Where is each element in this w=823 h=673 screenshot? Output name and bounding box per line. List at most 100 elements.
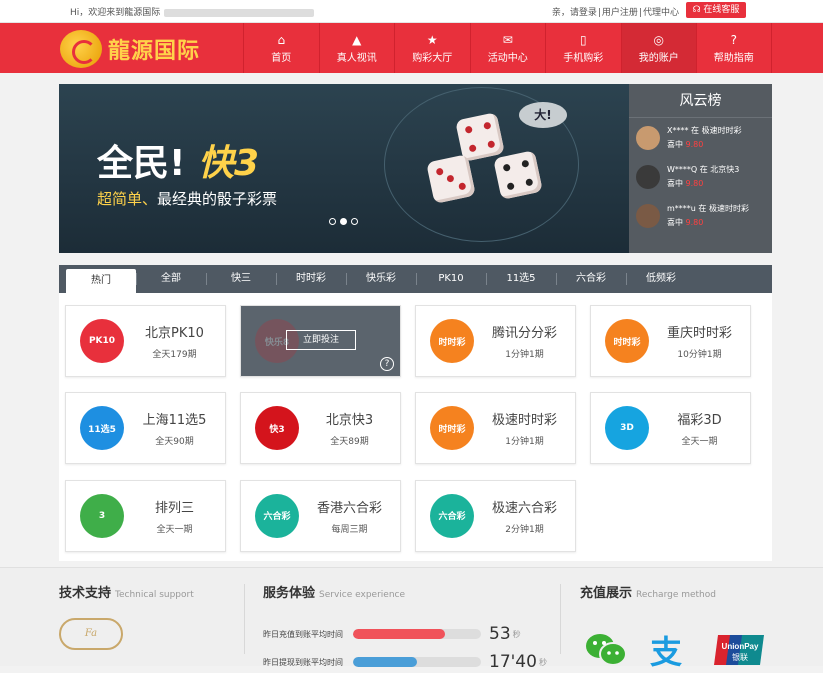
game-card[interactable]: 六合彩 香港六合彩每周三期 — [240, 479, 401, 552]
login-link[interactable]: 亲，请登录 — [552, 8, 597, 18]
game-schedule: 每周三期 — [331, 524, 368, 535]
nav-item[interactable]: ★ 购彩大厅 — [394, 23, 470, 73]
nav-item[interactable]: ▯ 手机购彩 — [545, 23, 621, 73]
game-card[interactable]: 时时彩 腾讯分分彩 1分钟1期 — [415, 305, 576, 377]
main-content: 全民! 快3 超简单、最经典的骰子彩票 大! 风云榜 X**** 在 极速时时彩… — [59, 84, 772, 561]
game-card[interactable]: 快3 北京快3 全天89期 — [240, 392, 401, 465]
live-icon: ▲ — [352, 33, 362, 47]
nav-item[interactable]: ◎ 我的账户 — [620, 23, 696, 73]
slide-dot[interactable] — [329, 218, 336, 225]
stat-label: 昨日充值到账平均时间 — [263, 629, 343, 639]
phone-icon: ▯ — [579, 33, 587, 47]
game-card[interactable]: 3 排列三 全天一期 — [65, 479, 226, 552]
help-icon[interactable]: ? — [380, 357, 394, 371]
speech-bubble: 大! — [519, 102, 567, 128]
game-card[interactable]: 时时彩 重庆时时彩 10分钟1期 — [590, 305, 751, 377]
wechat-pay-icon — [584, 632, 628, 668]
game-schedule: 1分钟1期 — [505, 437, 544, 448]
tab-5[interactable]: PK10 — [416, 265, 486, 293]
game-schedule: 全天一期 — [156, 524, 193, 535]
dragon-logo-icon — [60, 30, 102, 68]
game-logo-icon: 六合彩 — [255, 493, 299, 538]
game-card[interactable]: PK10 北京PK10 全天179期 — [65, 305, 226, 377]
game-info: 腾讯分分彩 1分钟1期 — [474, 322, 575, 360]
divider — [244, 584, 245, 654]
game-name: 上海11选5 — [142, 413, 207, 429]
nav-item-label: 帮助指南 — [713, 53, 754, 64]
cloud-logo-icon: Fa — [59, 618, 123, 650]
game-card[interactable]: 快乐8 立即投注? — [240, 305, 401, 377]
game-card[interactable]: 六合彩 极速六合彩 2分钟1期 — [415, 479, 576, 552]
game-schedule: 全天90期 — [155, 437, 194, 448]
game-grid: PK10 北京PK10 全天179期 快乐8 立即投注? 时时彩 腾讯分分彩 1分钟1期 时时彩… — [59, 293, 772, 561]
game-schedule: 全天89期 — [330, 437, 369, 448]
bet-now-button[interactable]: 立即投注 — [286, 330, 356, 350]
footer: 技术支持 Technical support Fa 服务体验 Service exp… — [0, 567, 823, 672]
game-info: 极速六合彩 2分钟1期 — [474, 497, 575, 535]
game-name: 排列三 — [154, 500, 194, 516]
slide-indicators — [329, 218, 358, 225]
leaderboard: 风云榜 X**** 在 极速时时彩 喜中 9.80 W****Q 在 北京快3 喜中 … — [629, 84, 772, 253]
online-service-button[interactable]: ☊ 在线客服 — [686, 2, 746, 18]
nav-item[interactable]: ▲ 真人视讯 — [318, 23, 395, 73]
service-stat-row: 昨日提现到账平均时间 17'40 秒 — [263, 652, 563, 672]
nav-item[interactable]: ⌂ 首页 — [243, 23, 319, 73]
game-name: 腾讯分分彩 — [491, 326, 557, 341]
game-name: 极速时时彩 — [491, 413, 557, 429]
stat-bar — [353, 629, 481, 639]
welcome-text: Hi，欢迎来到龍源国际 — [70, 5, 315, 18]
svg-text:银联: 银联 — [732, 652, 748, 662]
game-card[interactable]: 时时彩 极速时时彩 1分钟1期 — [415, 392, 576, 465]
nav-item[interactable]: ? 帮助指南 — [696, 23, 772, 73]
stat-value: 17'40 — [489, 652, 537, 672]
leaderboard-entry: X**** 在 极速时时彩 喜中 9.80 — [667, 126, 742, 149]
game-info: 福彩3D 全天一期 — [649, 409, 750, 447]
game-schedule: 全天一期 — [681, 437, 718, 448]
nav-item[interactable]: ✉ 活动中心 — [469, 23, 546, 73]
leaderboard-row: m****u 在 极速时时彩 喜中 9.80 — [629, 196, 772, 235]
game-card[interactable]: 3D 福彩3D 全天一期 — [590, 392, 751, 465]
tab-1[interactable]: 全部 — [136, 265, 206, 293]
nav-item-label: 我的账户 — [638, 53, 679, 64]
game-logo-icon: 快3 — [255, 406, 299, 451]
tab-7[interactable]: 六合彩 — [556, 265, 626, 293]
game-schedule: 10分钟1期 — [677, 350, 722, 360]
avatar — [636, 164, 660, 189]
nav-item-label: 真人视讯 — [336, 53, 377, 64]
tab-8[interactable]: 低频彩 — [626, 265, 696, 293]
tab-6[interactable]: 11选5 — [486, 265, 556, 293]
stat-bar-fill — [353, 629, 446, 639]
agent-link[interactable]: 代理中心 — [643, 8, 679, 18]
register-link[interactable]: 用户注册 — [602, 8, 638, 18]
dice-icon — [493, 150, 543, 200]
tab-3[interactable]: 时时彩 — [276, 265, 346, 293]
game-logo-icon: PK10 — [80, 319, 124, 363]
service-title: 服务体验 Service experience — [263, 586, 406, 601]
game-logo-icon: 3D — [605, 406, 649, 451]
slide-dot[interactable] — [340, 218, 347, 225]
tab-4[interactable]: 快乐彩 — [346, 265, 416, 293]
game-card[interactable]: 11选5 上海11选5 全天90期 — [65, 392, 226, 465]
game-schedule: 全天179期 — [152, 350, 197, 360]
game-name: 重庆时时彩 — [666, 326, 732, 341]
game-schedule: 2分钟1期 — [505, 524, 544, 535]
recharge-methods: 充值展示 Recharge method 支 UnionPay 银联 — [580, 582, 780, 672]
avatar — [636, 203, 660, 228]
tab-0[interactable]: 热门 — [66, 269, 136, 293]
recharge-title: 充值展示 Recharge method — [580, 586, 716, 601]
site-logo[interactable]: 龍源国际 — [60, 30, 200, 68]
nav-item-label: 购彩大厅 — [412, 53, 453, 64]
nav-item-label: 活动中心 — [487, 53, 528, 64]
nav-item-label: 首页 — [271, 53, 292, 64]
alipay-icon: 支 — [650, 633, 683, 671]
game-name: 香港六合彩 — [316, 500, 382, 516]
promo-banner[interactable]: 全民! 快3 超简单、最经典的骰子彩票 大! 风云榜 X**** 在 极速时时彩… — [59, 84, 772, 253]
slide-dot[interactable] — [351, 218, 358, 225]
home-icon: ⌂ — [277, 33, 286, 47]
leaderboard-row: X**** 在 极速时时彩 喜中 9.80 — [629, 118, 772, 157]
game-name: 北京PK10 — [145, 326, 204, 341]
service-experience: 服务体验 Service experience 昨日充值到账平均时间 53 秒昨日提现… — [263, 582, 563, 672]
unionpay-icon: UnionPay 银联 — [714, 632, 766, 668]
tab-2[interactable]: 快三 — [206, 265, 276, 293]
game-info: 重庆时时彩 10分钟1期 — [649, 322, 750, 360]
